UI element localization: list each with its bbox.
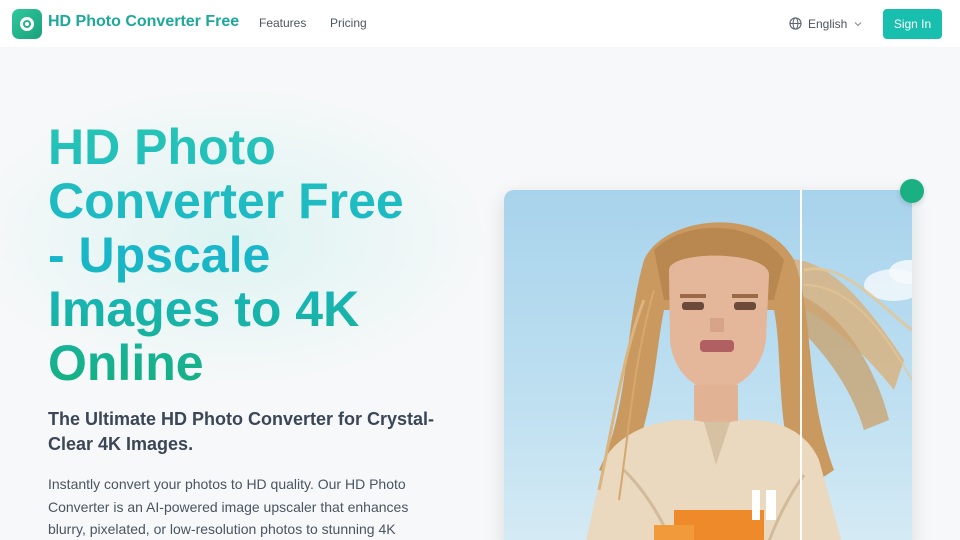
language-selector[interactable]: English	[789, 15, 863, 32]
chevron-down-icon	[854, 21, 862, 26]
nav-link-pricing[interactable]: Pricing	[330, 16, 367, 30]
logo-icon[interactable]	[12, 9, 42, 39]
camera-lens-icon	[20, 17, 34, 31]
hero-description: Instantly convert your photos to HD qual…	[48, 476, 409, 537]
comparison-handle-icon[interactable]	[900, 179, 924, 203]
nav-link-features[interactable]: Features	[259, 16, 306, 30]
comparison-divider[interactable]	[800, 190, 802, 540]
before-after-preview[interactable]	[504, 190, 912, 540]
brand-name[interactable]: HD Photo Converter Free	[48, 13, 239, 31]
sign-in-button[interactable]: Sign In	[883, 9, 942, 39]
hero-title-line: HD Photo	[48, 119, 276, 175]
hero-title-line: - Upscale	[48, 227, 271, 283]
hero-title-line: Converter Free	[48, 173, 404, 229]
language-label: English	[808, 16, 848, 31]
globe-icon	[789, 17, 802, 30]
preview-photo	[586, 222, 912, 540]
top-navbar: HD Photo Converter Free Features Pricing…	[0, 0, 960, 47]
hero-title-line: Images to 4K	[48, 281, 360, 337]
hero-title: HD Photo Converter Free - Upscale Images…	[48, 120, 478, 390]
hero-title-line: Online	[48, 335, 204, 391]
hero-subtitle: The Ultimate HD Photo Converter for Crys…	[48, 409, 435, 454]
